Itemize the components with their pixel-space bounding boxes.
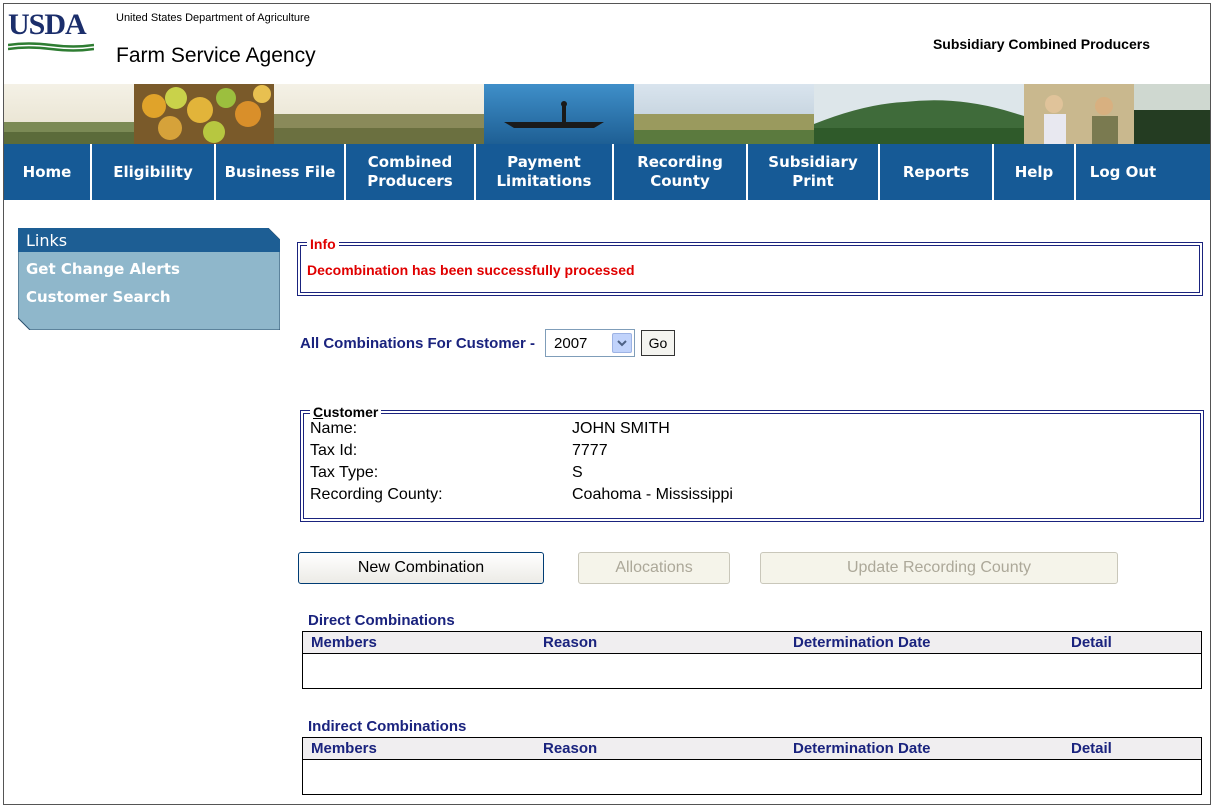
indirect-combinations-table: Members Reason Determination Date Detail xyxy=(302,737,1202,795)
year-select[interactable]: 2007 xyxy=(545,329,636,357)
main-nav: Home Eligibility Business File Combined … xyxy=(4,144,1210,200)
nav-combined-producers[interactable]: Combined Producers xyxy=(346,144,476,200)
year-select-value: 2007 xyxy=(554,334,588,352)
nav-help[interactable]: Help xyxy=(994,144,1076,200)
logo-text: USDA xyxy=(8,8,87,41)
agency-name: Farm Service Agency xyxy=(116,44,316,67)
nav-recording-county[interactable]: Recording County xyxy=(614,144,748,200)
customer-taxtype-label: Tax Type: xyxy=(310,464,379,481)
info-legend: Info xyxy=(307,236,339,252)
chevron-down-icon[interactable] xyxy=(612,333,633,353)
info-message: Decombination has been successfully proc… xyxy=(307,262,635,278)
customer-panel: Customer Name: JOHN SMITH Tax Id: 7777 T… xyxy=(300,404,1204,522)
customer-county-label: Recording County: xyxy=(310,486,443,503)
direct-combinations-title: Direct Combinations xyxy=(308,612,455,629)
nav-business-file[interactable]: Business File xyxy=(216,144,346,200)
column-header-detail: Detail xyxy=(1071,740,1112,757)
customer-taxtype-value: S xyxy=(572,464,583,481)
column-header-reason: Reason xyxy=(543,740,598,757)
customer-legend-accesskey: C xyxy=(313,404,324,420)
logo-wave-icon xyxy=(8,42,94,52)
links-panel: Links Get Change Alerts Customer Search xyxy=(18,228,280,330)
link-get-change-alerts[interactable]: Get Change Alerts xyxy=(26,260,180,278)
application-title: Subsidiary Combined Producers xyxy=(932,36,1150,52)
info-panel: Info Decombination has been successfully… xyxy=(297,236,1203,296)
column-header-detail: Detail xyxy=(1071,634,1112,651)
app-window: USDA United States Department of Agricul… xyxy=(3,3,1211,805)
table-header: Members Reason Determination Date Detail xyxy=(303,738,1201,760)
customer-name-value: JOHN SMITH xyxy=(572,420,670,437)
indirect-combinations-title: Indirect Combinations xyxy=(308,718,467,735)
customer-legend-rest: ustomer xyxy=(323,404,379,420)
nav-payment-limitations[interactable]: Payment Limitations xyxy=(476,144,614,200)
direct-combinations-table: Members Reason Determination Date Detail xyxy=(302,631,1202,689)
customer-name-label: Name: xyxy=(310,420,358,437)
page-header: USDA United States Department of Agricul… xyxy=(4,4,1210,84)
go-button[interactable]: Go xyxy=(641,330,676,356)
update-recording-county-button[interactable]: Update Recording County xyxy=(760,552,1118,584)
allocations-button[interactable]: Allocations xyxy=(578,552,730,584)
customer-taxid-label: Tax Id: xyxy=(310,442,358,459)
nav-log-out[interactable]: Log Out xyxy=(1076,144,1170,200)
combinations-selector: All Combinations For Customer - 2007 Go xyxy=(300,326,676,360)
customer-legend: Customer xyxy=(310,404,382,420)
column-header-reason: Reason xyxy=(543,634,598,651)
nav-home[interactable]: Home xyxy=(4,144,92,200)
nav-eligibility[interactable]: Eligibility xyxy=(92,144,216,200)
new-combination-button[interactable]: New Combination xyxy=(298,552,544,584)
customer-county-value: Coahoma - Mississippi xyxy=(572,486,733,503)
customer-taxid-value: 7777 xyxy=(572,442,608,459)
banner-landscape-image xyxy=(4,84,1210,144)
combinations-label: All Combinations For Customer - xyxy=(300,334,536,352)
links-title: Links xyxy=(26,231,68,250)
column-header-members: Members xyxy=(311,740,377,757)
photo-banner xyxy=(4,84,1210,144)
department-name: United States Department of Agriculture xyxy=(116,12,310,24)
column-header-determination-date: Determination Date xyxy=(793,740,931,757)
usda-logo[interactable]: USDA xyxy=(8,10,94,76)
nav-reports[interactable]: Reports xyxy=(880,144,994,200)
column-header-determination-date: Determination Date xyxy=(793,634,931,651)
link-customer-search[interactable]: Customer Search xyxy=(26,288,171,306)
column-header-members: Members xyxy=(311,634,377,651)
table-body xyxy=(303,760,1201,794)
nav-subsidiary-print[interactable]: Subsidiary Print xyxy=(748,144,880,200)
table-header: Members Reason Determination Date Detail xyxy=(303,632,1201,654)
table-body xyxy=(303,654,1201,688)
